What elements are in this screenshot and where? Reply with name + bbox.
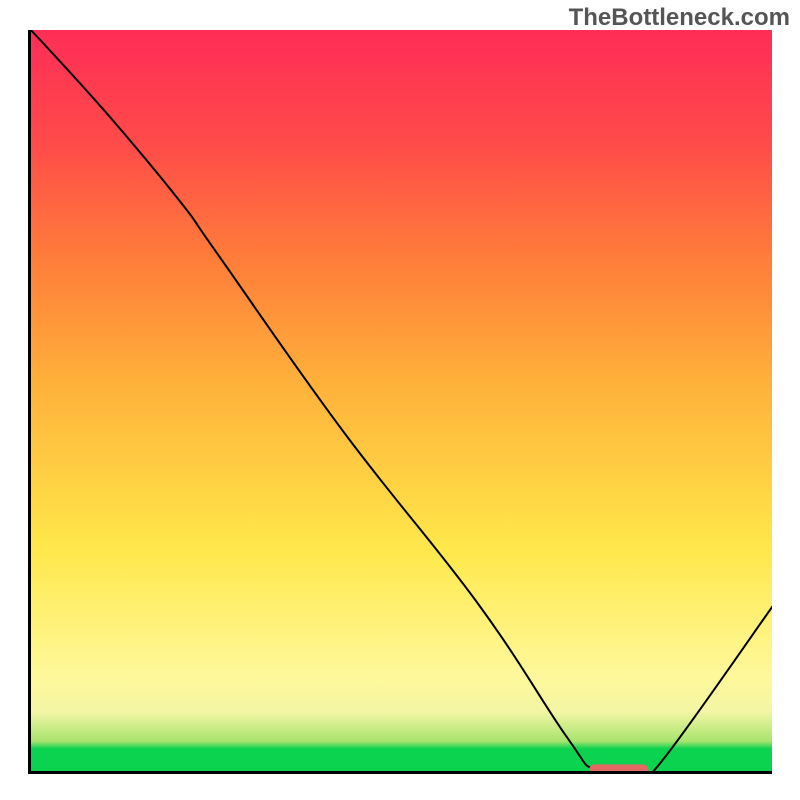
bottleneck-curve <box>31 30 772 774</box>
chart-canvas: TheBottleneck.com <box>0 0 800 800</box>
plot-svg <box>31 30 772 774</box>
watermark-label: TheBottleneck.com <box>569 4 790 32</box>
highlight-pill <box>589 764 649 774</box>
plot-area <box>28 30 772 774</box>
